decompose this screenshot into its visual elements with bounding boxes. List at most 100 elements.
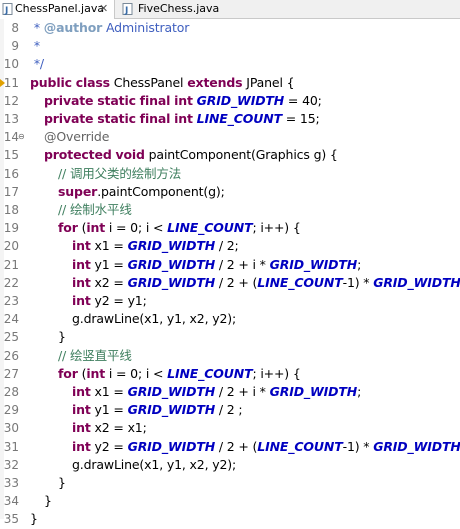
- tab-chesspanel[interactable]: J ChessPanel.java ✕: [0, 0, 115, 19]
- line-number: 30: [3, 421, 19, 436]
- code-text: int y1 = GRID_WIDTH / 2 + i * GRID_WIDTH…: [72, 256, 361, 274]
- line-number: 18: [3, 203, 19, 217]
- code-token: GRID_WIDTH: [127, 402, 216, 418]
- code-line[interactable]: 25}: [0, 328, 460, 346]
- code-token: -1) *: [342, 274, 374, 290]
- code-token: x1 =: [90, 384, 128, 399]
- code-token: static: [97, 111, 136, 126]
- editor-tab-bar: J ChessPanel.java ✕ J FiveChess.java: [0, 0, 460, 19]
- line-number: 31: [3, 439, 19, 454]
- code-line[interactable]: 27 for (int i = 0; i < LINE_COUNT; i++) {: [0, 365, 460, 383]
- code-text: super.paintComponent(g);: [58, 183, 225, 201]
- code-token: @author: [43, 20, 103, 35]
- code-token: GRID_WIDTH: [269, 384, 358, 399]
- code-line[interactable]: 19 for (int i = 0; i < LINE_COUNT; i++) {: [0, 219, 460, 237]
- code-token: -1) *: [342, 438, 374, 454]
- code-token: }: [44, 493, 52, 509]
- code-text: private static final int GRID_WIDTH = 40…: [44, 92, 322, 110]
- code-text: @Override: [44, 128, 109, 146]
- code-token: int: [72, 384, 91, 399]
- line-number: 23: [3, 294, 19, 308]
- code-line[interactable]: 24 g.drawLine(x1, y1, x2, y2);: [0, 310, 460, 328]
- code-token: JPanel {: [242, 74, 295, 90]
- code-text: int x1 = GRID_WIDTH / 2;: [72, 237, 239, 255]
- code-token: GRID_WIDTH: [127, 384, 216, 399]
- code-line[interactable]: 8 * @author Administrator: [0, 19, 460, 37]
- code-token: ; i++) {: [252, 365, 301, 381]
- warning-marker-icon[interactable]: [0, 77, 5, 89]
- code-line[interactable]: 9 *: [0, 37, 460, 55]
- code-token: / 2;: [215, 238, 239, 254]
- code-text: }: [30, 510, 38, 528]
- code-line[interactable]: 22 int x2 = GRID_WIDTH / 2 + (LINE_COUNT-…: [0, 274, 460, 292]
- code-text: * @author Administrator: [30, 19, 190, 37]
- fold-toggle-icon[interactable]: ⊖: [18, 132, 25, 142]
- line-number: 34: [3, 494, 19, 509]
- code-text: g.drawLine(x1, y1, x2, y2);: [72, 456, 236, 474]
- code-line[interactable]: 13 private static final int LINE_COUNT = …: [0, 110, 460, 128]
- code-text: // 绘竖直平线: [58, 347, 132, 365]
- code-token: x1 =: [90, 238, 128, 254]
- code-text: for (int i = 0; i < LINE_COUNT; i++) {: [58, 365, 301, 383]
- code-text: int y1 = GRID_WIDTH / 2 ;: [72, 401, 243, 419]
- code-token: x2 =: [90, 274, 128, 290]
- code-token: public: [30, 74, 72, 90]
- code-token: GRID_WIDTH: [269, 256, 358, 272]
- code-line[interactable]: 21 int y1 = GRID_WIDTH / 2 + i * GRID_WID…: [0, 256, 460, 274]
- code-line[interactable]: 31 int y2 = GRID_WIDTH / 2 + (LINE_COUNT-…: [0, 438, 460, 456]
- code-token: LINE_COUNT: [196, 111, 282, 126]
- line-number: 19: [3, 221, 19, 236]
- code-editor[interactable]: 8 * @author Administrator 9 * 10 */11 publi…: [0, 19, 460, 526]
- line-number: 35: [3, 512, 19, 527]
- line-number: 13: [3, 112, 19, 126]
- close-icon[interactable]: ✕: [99, 0, 108, 18]
- code-line[interactable]: 28 int x1 = GRID_WIDTH / 2 + i * GRID_WID…: [0, 383, 460, 401]
- code-text: public class ChessPanel extends JPanel {: [30, 74, 295, 92]
- line-number: 27: [3, 366, 19, 381]
- tab-label: ChessPanel.java: [15, 2, 105, 15]
- code-line[interactable]: 35}: [0, 510, 460, 528]
- line-number: 28: [3, 385, 19, 399]
- code-line[interactable]: 20 int x1 = GRID_WIDTH / 2;: [0, 237, 460, 255]
- line-number: 24: [3, 312, 19, 327]
- svg-text:J: J: [4, 6, 8, 15]
- code-line[interactable]: 33}: [0, 474, 460, 492]
- code-line[interactable]: 18 // 绘制水平线: [0, 201, 460, 219]
- code-line[interactable]: 32 g.drawLine(x1, y1, x2, y2);: [0, 456, 460, 474]
- code-line[interactable]: 12 private static final int GRID_WIDTH = …: [0, 92, 460, 110]
- code-token: GRID_WIDTH: [127, 238, 216, 254]
- code-token: // 调用父类的绘制方法: [58, 165, 182, 181]
- line-number: 25: [3, 330, 19, 345]
- code-token: LINE_COUNT: [167, 220, 253, 236]
- code-line[interactable]: 10 */: [0, 55, 460, 73]
- line-number: 26: [3, 348, 19, 363]
- line-number: 32: [3, 457, 19, 472]
- code-line[interactable]: 11 public class ChessPanel extends JPanel…: [0, 74, 460, 92]
- code-line[interactable]: 34}: [0, 492, 460, 510]
- code-line[interactable]: 23 int y2 = y1;: [0, 292, 460, 310]
- code-line[interactable]: 16 // 调用父类的绘制方法: [0, 165, 460, 183]
- code-line[interactable]: 15 protected void paintComponent(Graphics…: [0, 146, 460, 164]
- code-token: // 绘竖直平线: [58, 347, 132, 363]
- code-token: int: [72, 293, 91, 308]
- code-token: private: [44, 92, 94, 108]
- code-token: i = 0; i <: [105, 365, 168, 381]
- line-number: 20: [3, 239, 19, 254]
- tab-fivechess[interactable]: J FiveChess.java: [120, 0, 230, 18]
- code-token: y2 =: [90, 438, 128, 454]
- code-line[interactable]: 17 super.paintComponent(g);: [0, 183, 460, 201]
- code-token: int: [72, 402, 91, 418]
- code-token: int: [72, 438, 91, 454]
- code-line[interactable]: 29 int y1 = GRID_WIDTH / 2 ;: [0, 401, 460, 419]
- code-token: ;: [357, 256, 362, 272]
- code-token: / 2 + i *: [215, 256, 270, 272]
- code-line[interactable]: 30 int x2 = x1;: [0, 419, 460, 437]
- code-token: / 2 + (: [215, 274, 258, 290]
- line-number: 33: [3, 476, 19, 490]
- code-token: *: [30, 38, 40, 54]
- code-text: // 绘制水平线: [58, 201, 132, 219]
- code-line[interactable]: 26 // 绘竖直平线: [0, 347, 460, 365]
- code-token: Administrator: [102, 20, 190, 35]
- code-line[interactable]: 14 ⊖ @Override: [0, 128, 460, 146]
- code-text: for (int i = 0; i < LINE_COUNT; i++) {: [58, 219, 301, 237]
